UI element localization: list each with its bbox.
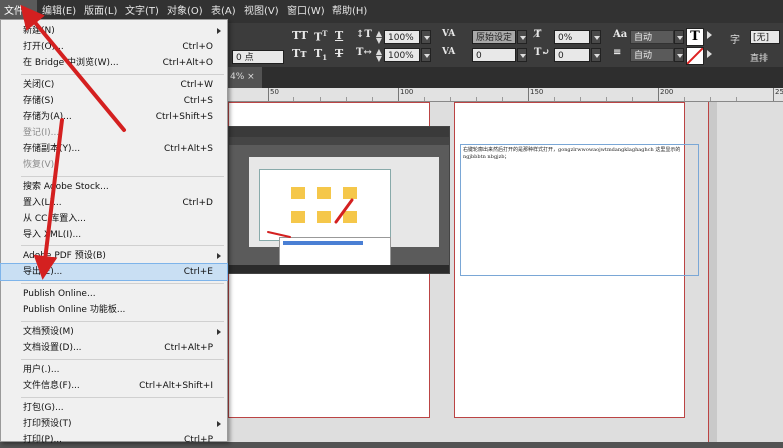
arrow-to-file-menu — [20, 4, 126, 132]
arrow-to-export — [33, 118, 64, 280]
annotation-arrows — [20, 4, 354, 280]
arrow-in-screenshot — [334, 198, 354, 224]
arrow-in-screenshot-2 — [267, 231, 291, 238]
